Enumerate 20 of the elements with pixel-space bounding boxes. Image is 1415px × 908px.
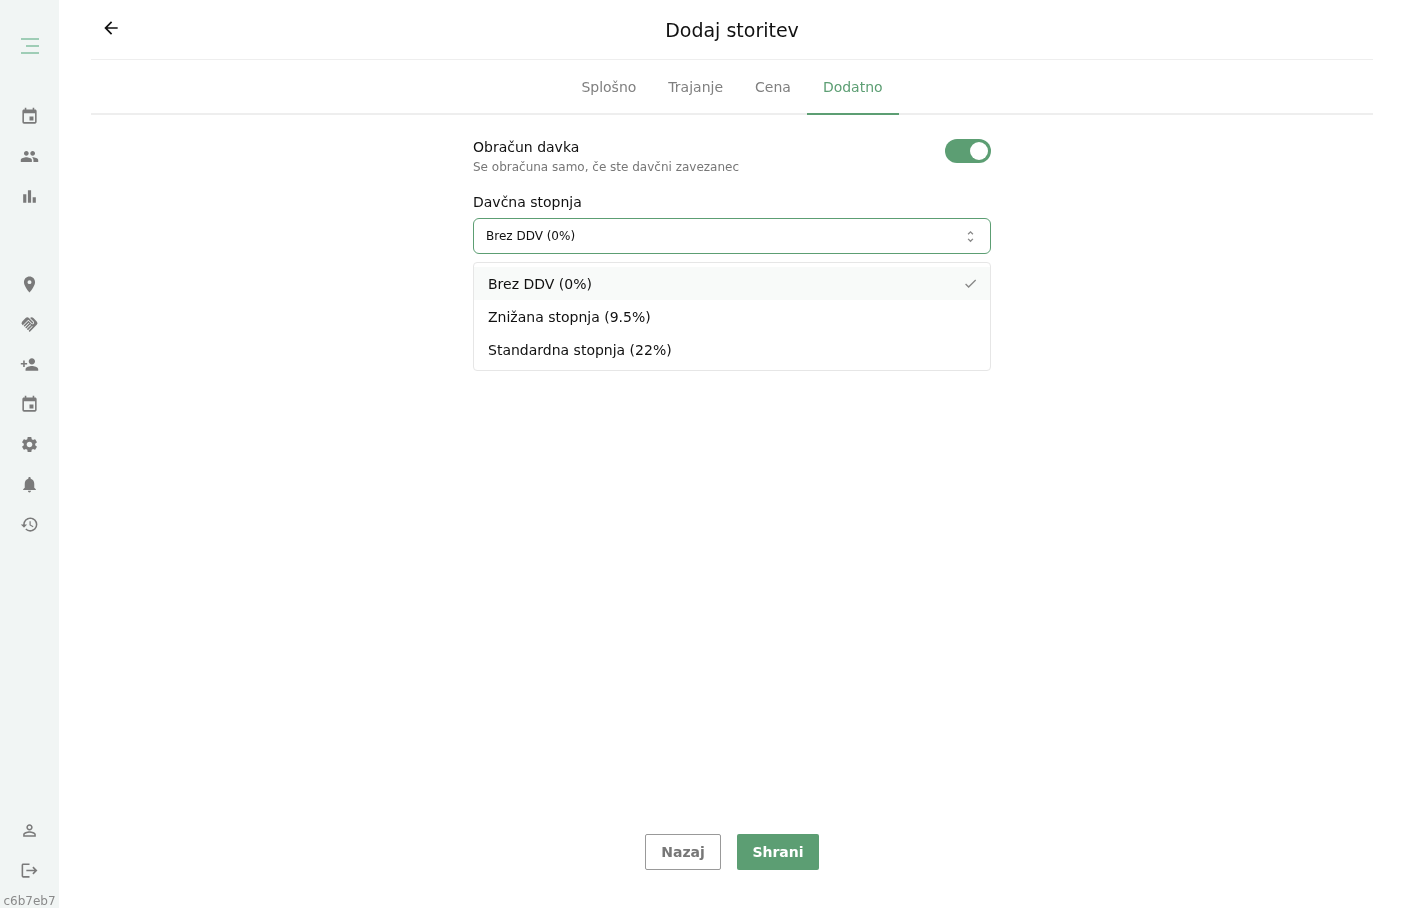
toggle-switch[interactable] [945,139,991,163]
field-label: Davčna stopnja [473,194,583,210]
back-button[interactable]: Nazaj [645,834,721,870]
calendar-icon[interactable] [19,106,40,126]
dropdown-option[interactable]: Brez DDV (0%) [474,267,990,300]
settings-icon[interactable] [19,434,40,454]
history-icon[interactable] [19,514,40,534]
tab[interactable]: Dodatno [806,60,899,115]
page-title: Dodaj storitev [665,18,799,41]
logout-icon[interactable] [19,860,40,880]
tab[interactable]: Trajanje [652,60,740,115]
calendar-icon[interactable] [19,394,40,414]
handshake-icon[interactable] [19,314,40,334]
tab[interactable]: Cena [739,60,807,115]
tab[interactable]: Splošno [565,60,653,115]
toggle-hint: Se obračuna samo, če ste davčni zavezanec [473,160,740,174]
select-field[interactable]: Brez DDV (0%) [473,218,991,254]
version-label: c6b7eb7 [3,894,56,908]
save-button[interactable]: Shrani [737,834,819,870]
toggle-label: Obračun davka [473,139,581,155]
